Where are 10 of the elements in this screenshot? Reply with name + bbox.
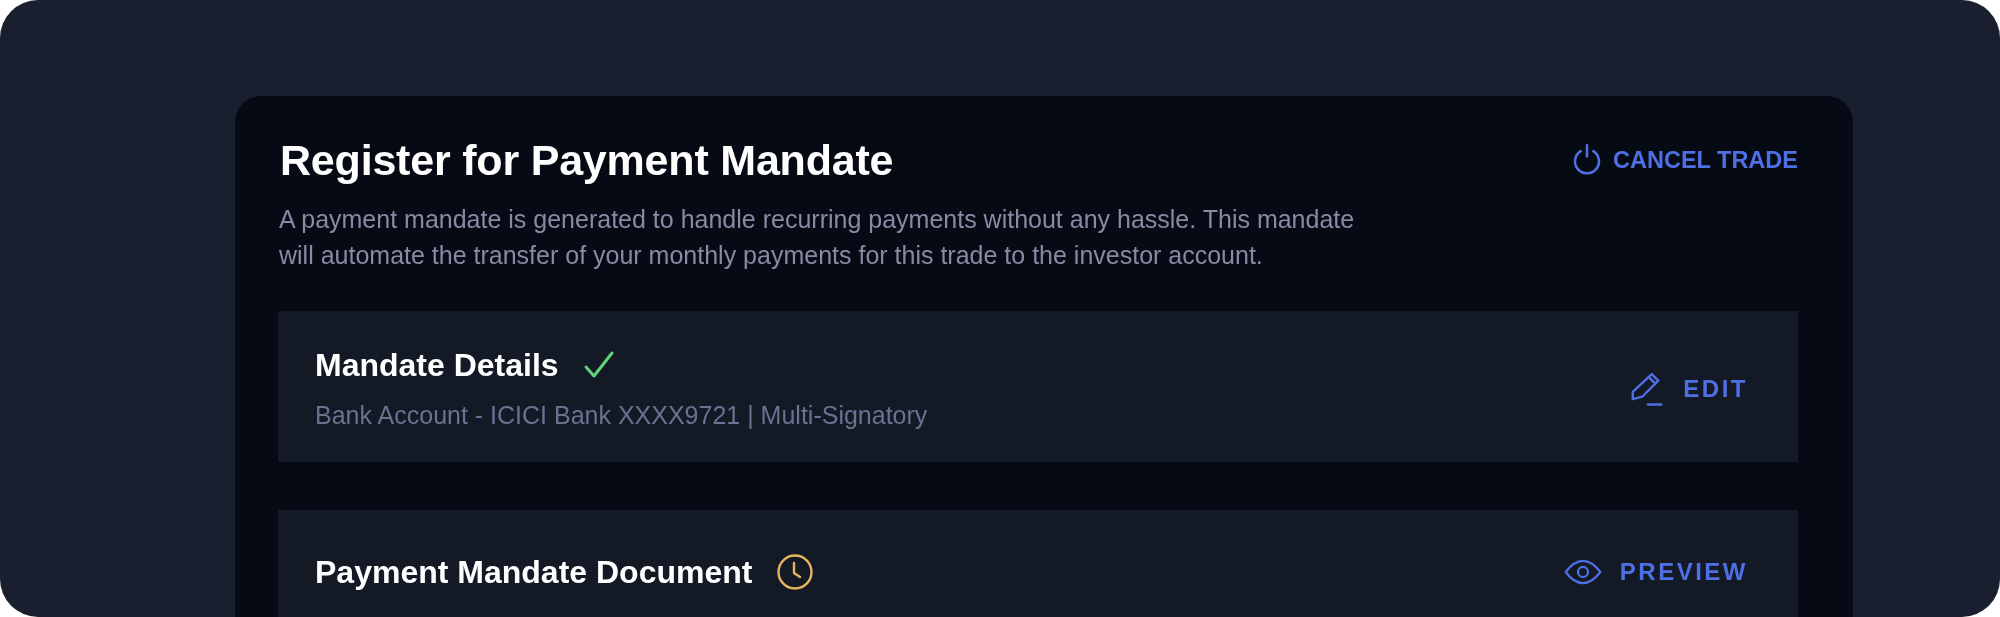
section-title: Payment Mandate Document bbox=[315, 554, 753, 590]
preview-button[interactable]: PREVIEW bbox=[1563, 558, 1748, 586]
edit-button[interactable]: EDIT bbox=[1629, 370, 1748, 408]
section-title: Mandate Details bbox=[315, 347, 559, 383]
eye-icon bbox=[1563, 559, 1602, 585]
cancel-trade-button[interactable]: CANCEL TRADE bbox=[1571, 144, 1798, 176]
section-subtitle: Bank Account - ICICI Bank XXXX9721 | Multi-Signatory bbox=[315, 400, 928, 431]
page-title: Register for Payment Mandate bbox=[280, 135, 894, 186]
page-description: A payment mandate is generated to handle recurring payments without any hassle. This mandate will automate the transfer of your monthly payments for this trade to the investor account. bbox=[279, 204, 1356, 271]
pencil-icon bbox=[1629, 370, 1666, 408]
